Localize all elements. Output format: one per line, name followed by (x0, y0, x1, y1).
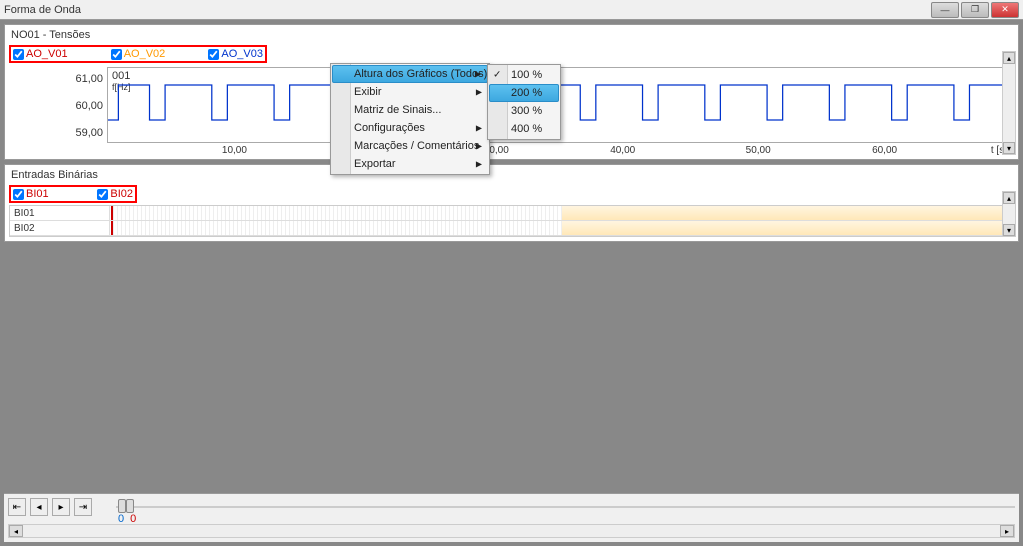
binary-track[interactable] (110, 206, 1013, 220)
scroll-down-button[interactable]: ▾ (1003, 142, 1015, 154)
panel-binarias: Entradas Binárias BI01 BI02 BI01 BI02 (4, 164, 1019, 242)
signal-checkbox-bi01[interactable]: BI01 (13, 188, 49, 200)
menu-label: 300 % (511, 105, 542, 117)
minimize-button[interactable]: — (931, 2, 959, 18)
binary-row: BI02 (10, 221, 1013, 236)
panel-tensoes: NO01 - Tensões AO_V01 AO_V02 AO_V03 61,0… (4, 24, 1019, 160)
signal-label: AO_V01 (26, 48, 68, 60)
submenu-arrow-icon: ▶ (476, 124, 482, 133)
tool-cursor-left[interactable]: ⇤ (8, 498, 26, 516)
signal-legend: AO_V01 AO_V02 AO_V03 (9, 45, 267, 63)
signal-checkbox-bi02[interactable]: BI02 (97, 188, 133, 200)
submenu-arrow-icon: ▶ (476, 88, 482, 97)
signal-label: AO_V02 (124, 48, 166, 60)
signal-checkbox-v02[interactable]: AO_V02 (111, 48, 166, 60)
submenu-item-300[interactable]: 300 % (489, 102, 559, 120)
menu-label: Marcações / Comentários (354, 140, 479, 152)
y-tick: 59,00 (75, 127, 103, 139)
y-tick: 61,00 (75, 73, 103, 85)
signal-label: BI02 (110, 188, 133, 200)
menu-item-exibir[interactable]: Exibir ▶ (332, 83, 488, 101)
menu-item-matriz[interactable]: Matriz de Sinais... (332, 101, 488, 119)
checkbox[interactable] (13, 189, 24, 200)
menu-label: 400 % (511, 123, 542, 135)
checkbox[interactable] (13, 49, 24, 60)
close-button[interactable]: ✕ (991, 2, 1019, 18)
context-menu[interactable]: Altura dos Gráficos (Todos) ▶ ✓ 100 % 20… (330, 63, 490, 175)
checkbox[interactable] (208, 49, 219, 60)
cursor[interactable] (111, 206, 113, 220)
x-tick: 60,00 (872, 145, 897, 156)
checkbox[interactable] (97, 189, 108, 200)
tool-cursor-prev[interactable]: ◂ (30, 498, 48, 516)
panel-scrollbar-v[interactable]: ▴ ▾ (1002, 191, 1016, 237)
menu-item-config[interactable]: Configurações ▶ (332, 119, 488, 137)
binary-legend: BI01 BI02 (9, 185, 137, 203)
binary-row-label: BI01 (10, 206, 110, 220)
scroll-up-button[interactable]: ▴ (1003, 192, 1015, 204)
signal-label: BI01 (26, 188, 49, 200)
menu-label: Matriz de Sinais... (354, 104, 441, 116)
checkbox[interactable] (111, 49, 122, 60)
time-slider[interactable]: 0 0 (116, 499, 1015, 515)
menu-label: Altura dos Gráficos (Todos) (354, 68, 487, 80)
cursor[interactable] (111, 221, 113, 235)
binary-row: BI01 (10, 206, 1013, 221)
binary-row-label: BI02 (10, 221, 110, 235)
submenu-item-200[interactable]: 200 % (489, 84, 559, 102)
binary-track[interactable] (110, 221, 1013, 235)
y-axis: 61,00 60,00 59,00 (7, 65, 107, 157)
menu-label: Exportar (354, 158, 396, 170)
scroll-down-button[interactable]: ▾ (1003, 224, 1015, 236)
signal-checkbox-v03[interactable]: AO_V03 (208, 48, 263, 60)
signal-label: AO_V03 (221, 48, 263, 60)
menu-label: 200 % (511, 87, 542, 99)
check-icon: ✓ (493, 70, 501, 81)
submenu-arrow-icon: ▶ (476, 142, 482, 151)
submenu-arrow-icon: ▶ (475, 70, 481, 79)
menu-item-marcacoes[interactable]: Marcações / Comentários ▶ (332, 137, 488, 155)
submenu-arrow-icon: ▶ (476, 160, 482, 169)
menu-label: Configurações (354, 122, 425, 134)
binary-tracks: BI01 BI02 (9, 205, 1014, 237)
slider-thumb-1[interactable] (118, 499, 126, 513)
menu-item-exportar[interactable]: Exportar ▶ (332, 155, 488, 173)
horizontal-scrollbar[interactable]: ◂ ▸ (8, 524, 1015, 538)
tool-cursor-next[interactable]: ▸ (52, 498, 70, 516)
menu-item-altura[interactable]: Altura dos Gráficos (Todos) ▶ ✓ 100 % 20… (332, 65, 488, 83)
window-title: Forma de Onda (4, 4, 929, 16)
signal-checkbox-v01[interactable]: AO_V01 (13, 48, 68, 60)
slider-thumb-2[interactable] (126, 499, 134, 513)
tool-cursor-right[interactable]: ⇥ (74, 498, 92, 516)
panel-scrollbar-v[interactable]: ▴ ▾ (1002, 51, 1016, 155)
x-tick: 40,00 (610, 145, 635, 156)
submenu-item-400[interactable]: 400 % (489, 120, 559, 138)
scroll-left-button[interactable]: ◂ (9, 525, 23, 537)
submenu-altura[interactable]: ✓ 100 % 200 % 300 % 400 % (487, 64, 561, 140)
submenu-item-100[interactable]: ✓ 100 % (489, 66, 559, 84)
menu-label: 100 % (511, 69, 542, 81)
x-tick: 10,00 (222, 145, 247, 156)
menu-label: Exibir (354, 86, 382, 98)
bottom-toolbar: ⇤ ◂ ▸ ⇥ 0 0 ◂ ▸ (4, 493, 1019, 542)
x-tick: 50,00 (746, 145, 771, 156)
maximize-button[interactable]: ❐ (961, 2, 989, 18)
scroll-right-button[interactable]: ▸ (1000, 525, 1014, 537)
scroll-up-button[interactable]: ▴ (1003, 52, 1015, 64)
y-tick: 60,00 (75, 100, 103, 112)
panel-title: Entradas Binárias (7, 167, 1016, 183)
panel-title: NO01 - Tensões (7, 27, 1016, 43)
